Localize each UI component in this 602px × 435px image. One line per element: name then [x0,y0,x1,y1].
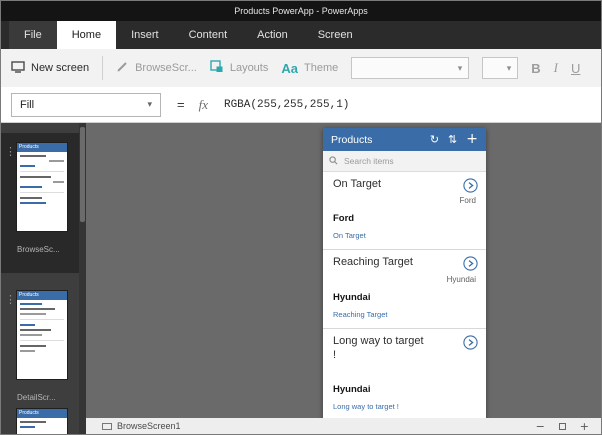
status-bar: BrowseScreen1 − + [86,418,601,434]
chevron-down-icon: ▾ [147,99,152,109]
fx-icon: fx [198,96,208,112]
thumbnail-header: Products [17,409,67,418]
screen-thumbnail-label: DetailScr... [17,393,56,402]
gallery-list: On Target Ford Ford On Target Reaching T… [323,172,486,418]
screen-thumbnail-detail[interactable]: Products [17,291,67,379]
refresh-icon[interactable]: ↻ [430,133,439,146]
new-screen-icon [11,60,25,76]
tab-file[interactable]: File [9,21,57,49]
tab-screen[interactable]: Screen [303,21,368,49]
tab-home[interactable]: Home [56,21,117,49]
thumbnail-header-title: Products [19,410,39,416]
formula-bar: Fill ▾ = fx RGBA(255,255,255,1) [1,87,601,123]
thumbnail-header: Products [17,291,67,300]
item-title: Long way to target ! [333,334,424,361]
item-status: On Target [333,231,366,241]
chevron-right-icon[interactable] [463,334,478,350]
pencil-icon [116,60,129,76]
thumbnail-header-title: Products [19,292,39,298]
design-canvas[interactable]: Products ↻ ⇅ + On Target Ford For [86,123,601,418]
zoom-controls: − + [536,420,589,433]
tab-insert[interactable]: Insert [116,21,174,49]
item-title: Reaching Target [333,256,413,269]
gallery-item[interactable]: On Target Ford Ford On Target [323,172,486,251]
chevron-right-icon[interactable] [463,178,478,193]
screen-item-detailscreen[interactable]: ⋮ Products DetailScr... [1,281,79,429]
italic-button[interactable]: I [554,60,558,76]
tab-content[interactable]: Content [174,21,243,49]
gallery-item[interactable]: Reaching Target Hyundai Hyundai Reaching… [323,250,486,329]
thumbnail-preview [17,300,67,352]
window-title: Products PowerApp - PowerApps [234,6,368,16]
font-family-dropdown[interactable]: ▾ [351,57,470,79]
sort-icon[interactable]: ⇅ [448,133,457,146]
new-screen-button[interactable]: New screen [11,60,90,76]
screen-item-browsescreen[interactable]: ⋮ Products BrowseSc... [1,133,79,273]
search-bar [323,151,486,172]
window-titlebar: Products PowerApp - PowerApps [1,1,601,21]
screen-thumbnail-label: BrowseSc... [17,245,60,254]
font-size-dropdown[interactable]: ▾ [482,57,519,79]
property-dropdown-value: Fill [20,98,35,111]
scrollbar-thumb[interactable] [80,127,85,222]
screen-options-icon[interactable]: ⋮ [5,293,16,306]
ribbon-tab-bar: File Home Insert Content Action Screen [1,21,601,49]
screen-thumbnail-browse[interactable]: Products [17,143,67,231]
theme-button[interactable]: Aa Theme [281,61,338,76]
chevron-down-icon: ▾ [506,62,512,73]
thumbnail-header: Products [17,143,67,152]
item-subtitle: Hyundai [446,274,476,284]
powerapps-studio-window: Products PowerApp - PowerApps File Home … [0,0,602,435]
item-status: Reaching Target [333,309,388,319]
add-item-icon[interactable]: + [466,131,478,147]
equals-sign: = [177,97,185,112]
item-subtitle [333,367,478,376]
item-status: Long way to target ! [333,402,399,412]
item-title: On Target [333,178,382,190]
ribbon-toolbar: New screen BrowseScr... Layouts Aa Theme… [1,49,601,87]
layouts-icon [210,60,224,76]
thumbnail-preview [17,418,67,428]
zoom-in-button[interactable]: + [580,420,589,433]
layouts-label: Layouts [229,62,269,74]
screen-preview[interactable]: Products ↻ ⇅ + On Target Ford For [323,128,486,418]
new-screen-label: New screen [31,62,90,74]
app-header: Products ↻ ⇅ + [323,128,486,151]
item-body: Hyundai [333,291,371,303]
item-subtitle: Ford [459,196,476,206]
layouts-button[interactable]: Layouts [210,60,269,76]
zoom-out-button[interactable]: − [536,420,545,433]
chevron-right-icon[interactable] [463,256,478,271]
item-body: Ford [333,213,355,225]
tab-action[interactable]: Action [242,21,303,49]
underline-button[interactable]: U [571,61,580,76]
browse-screen-button[interactable]: BrowseScr... [116,60,197,76]
screens-panel: ⋮ Products BrowseSc... ⋮ Products Detail… [1,123,86,434]
screen-thumbnail-partial[interactable]: Products [17,409,67,434]
thumbnail-header-title: Products [19,144,39,150]
gallery-item[interactable]: Long way to target ! Hyundai Long way to… [323,329,486,418]
theme-label: Theme [303,62,339,74]
current-screen-indicator[interactable]: BrowseScreen1 [102,421,181,431]
thumbnail-preview [17,152,67,204]
browse-screen-label: BrowseScr... [135,62,197,74]
app-title: Products [331,133,373,146]
item-body: Hyundai [333,384,371,396]
formula-input[interactable]: RGBA(255,255,255,1) [224,99,349,111]
screens-panel-scrollbar[interactable] [79,123,86,434]
toolbar-separator [102,56,104,80]
search-icon [329,152,338,170]
current-screen-name: BrowseScreen1 [117,421,181,431]
bold-button[interactable]: B [531,61,540,76]
fit-to-window-button[interactable] [558,422,566,430]
screen-options-icon[interactable]: ⋮ [5,145,16,158]
screen-icon [102,422,112,430]
search-input[interactable] [342,155,452,167]
property-dropdown[interactable]: Fill ▾ [11,92,161,117]
theme-aa-icon: Aa [281,60,298,76]
chevron-down-icon: ▾ [457,62,463,73]
